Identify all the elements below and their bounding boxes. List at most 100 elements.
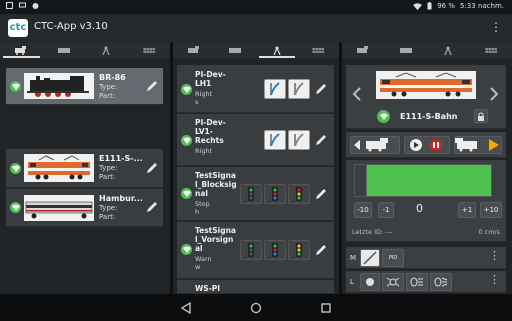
- antenna-tab-icon: [273, 46, 281, 55]
- home-icon[interactable]: [250, 302, 262, 314]
- tab-track[interactable]: [470, 42, 512, 58]
- accessory-state: s: [195, 98, 199, 106]
- loco-part-label: Part:: [99, 213, 116, 221]
- function-beam-button[interactable]: [406, 273, 428, 291]
- wifi-icon: [10, 163, 21, 174]
- edit-pencil-icon[interactable]: [145, 200, 159, 214]
- function-beam-alt-button[interactable]: [430, 273, 452, 291]
- tab-antenna[interactable]: [427, 42, 470, 58]
- switch-turn-button[interactable]: [288, 130, 310, 150]
- recents-icon[interactable]: [320, 302, 332, 314]
- back-icon[interactable]: [180, 302, 192, 314]
- edit-pencil-icon[interactable]: [314, 133, 328, 147]
- accessory-item[interactable]: PI-Dev- LV1- Rechts Right: [177, 114, 334, 166]
- accessory-name-line: al: [195, 244, 203, 253]
- row-label: M: [350, 254, 357, 262]
- loco-item-hamburg[interactable]: Hambur... Type: Part:: [6, 189, 163, 227]
- play-stop-icons: [410, 139, 442, 151]
- wifi-icon: [181, 84, 192, 95]
- chevron-left-icon[interactable]: [352, 87, 362, 101]
- tab-locos[interactable]: [0, 42, 43, 58]
- tab-locos[interactable]: [342, 42, 385, 58]
- control-panel-tabs: [342, 42, 512, 58]
- lock-button[interactable]: [474, 109, 488, 123]
- speed-plus-10-button[interactable]: +10: [480, 202, 502, 218]
- wifi-icon: [181, 244, 192, 255]
- accessory-item[interactable]: TestSigna l_Vorsign al Warn w: [177, 222, 334, 279]
- function-headlight-button[interactable]: [382, 273, 404, 291]
- edit-pencil-icon[interactable]: [314, 187, 328, 201]
- chevron-right-icon[interactable]: [489, 87, 499, 101]
- speed-bar-handle[interactable]: [355, 165, 367, 196]
- accessory-state: Right: [195, 147, 213, 155]
- tab-wagons[interactable]: [43, 42, 86, 58]
- backward-button[interactable]: [350, 136, 400, 154]
- accessory-name-line: PI-Dev-: [195, 118, 226, 127]
- tab-locos[interactable]: [173, 42, 215, 58]
- speed-bar-track[interactable]: [354, 164, 492, 197]
- edit-pencil-icon[interactable]: [145, 79, 159, 93]
- battery-icon: [427, 2, 432, 10]
- track-tab-icon: [312, 47, 325, 53]
- accessory-item[interactable]: WS-PI: [177, 280, 334, 294]
- loco-item-br86[interactable]: BR-86 Type: Part:: [6, 68, 163, 105]
- wifi-icon: [181, 135, 192, 146]
- signal-aspect-button[interactable]: [288, 184, 310, 204]
- loco-list-panel: BR-86 Type: Part: E111-S-... Type: Part:…: [0, 42, 170, 294]
- speed-minus-10-button[interactable]: -10: [354, 202, 372, 218]
- light-bulb-icon: [366, 278, 374, 286]
- android-icon: [32, 3, 39, 9]
- signal-aspect-button[interactable]: [288, 240, 310, 260]
- tab-track[interactable]: [128, 42, 171, 58]
- pid-label: PID: [388, 255, 398, 261]
- function-row-m: M PID ⋮: [346, 247, 506, 269]
- forward-button[interactable]: [454, 136, 502, 154]
- function-diagonal-button[interactable]: [360, 249, 380, 267]
- loco-image-hamburg: [24, 195, 94, 221]
- signal-warn-button[interactable]: [240, 240, 262, 260]
- speed-plus-1-button[interactable]: +1: [458, 202, 476, 218]
- function-overflow-icon[interactable]: ⋮: [489, 274, 500, 286]
- wifi-icon: [10, 81, 21, 92]
- loco-tab-icon: [15, 45, 27, 55]
- signal-green-icon: [272, 243, 278, 257]
- tab-wagons[interactable]: [385, 42, 428, 58]
- switch-straight-icon: [270, 82, 280, 96]
- tab-track[interactable]: [298, 42, 340, 58]
- accessory-name-line: l_Blocksig: [195, 180, 237, 189]
- signal-green-button[interactable]: [264, 184, 286, 204]
- signal-green-button[interactable]: [264, 240, 286, 260]
- beam-light-alt-icon: [434, 277, 448, 287]
- app-bar: ctc CTC-App v3.10 ⋮: [0, 14, 512, 42]
- loco-type-label: Type:: [99, 204, 118, 212]
- function-light-button[interactable]: [360, 273, 380, 291]
- function-overflow-icon[interactable]: ⋮: [489, 250, 500, 262]
- edit-pencil-icon[interactable]: [314, 243, 328, 257]
- speed-area: -10 -1 0 +1 +10 Letzte ID: --- 0 cm/s: [346, 160, 506, 242]
- function-pid-button[interactable]: PID: [382, 249, 404, 267]
- function-row-l: L ⋮: [346, 271, 506, 293]
- track-tab-icon: [142, 47, 155, 53]
- loco-item-e111[interactable]: E111-S-... Type: Part:: [6, 149, 163, 188]
- edit-pencil-icon[interactable]: [314, 82, 328, 96]
- loco-panel-tabs: [0, 42, 170, 58]
- overflow-menu-icon[interactable]: ⋮: [490, 21, 502, 33]
- loco-part-label: Part:: [99, 173, 116, 181]
- switch-straight-button[interactable]: [264, 79, 286, 99]
- accessory-item[interactable]: TestSigna l_Blocksig nal Stop h: [177, 167, 334, 221]
- diagonal-icon: [363, 251, 377, 265]
- signal-red-icon: [248, 187, 254, 201]
- tab-antenna[interactable]: [85, 42, 128, 58]
- switch-straight-button[interactable]: [264, 130, 286, 150]
- tab-antenna[interactable]: [256, 42, 298, 58]
- signal-red-button[interactable]: [240, 184, 262, 204]
- accessory-item[interactable]: PI-Dev- LH1 Right s: [177, 65, 334, 113]
- switch-turn-icon: [294, 82, 304, 96]
- wagon-tab-icon: [399, 47, 412, 53]
- selected-loco-image: [376, 71, 476, 99]
- edit-pencil-icon[interactable]: [145, 161, 159, 175]
- speed-minus-1-button[interactable]: -1: [378, 202, 394, 218]
- tab-wagons[interactable]: [215, 42, 257, 58]
- switch-turn-button[interactable]: [288, 79, 310, 99]
- accessory-state: w: [195, 263, 201, 271]
